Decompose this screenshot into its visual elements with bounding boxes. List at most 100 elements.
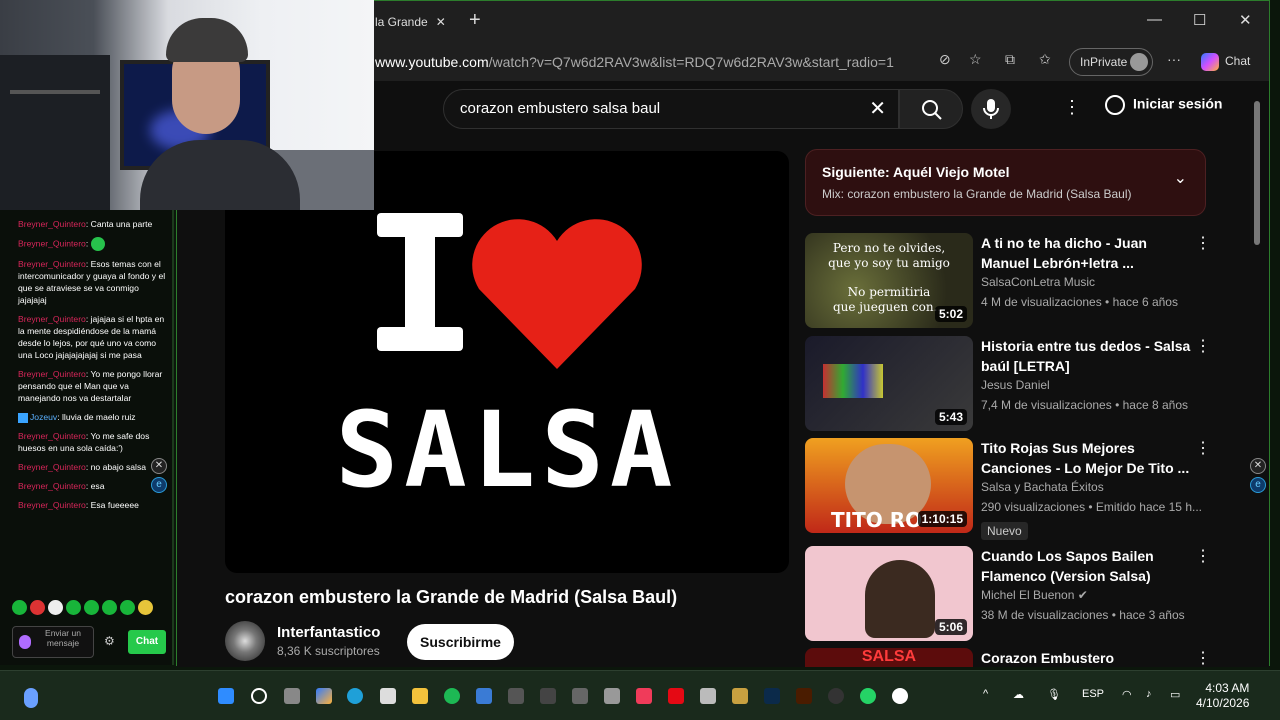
recommendation-title[interactable]: Cuando Los Sapos Bailen Flamenco (Versio… (981, 546, 1191, 586)
app-icon[interactable] (540, 688, 556, 704)
signin-button[interactable]: Iniciar sesión (1105, 95, 1222, 115)
recommendation-item[interactable]: 5:06 Cuando Los Sapos Bailen Flamenco (V… (805, 546, 1225, 642)
obs-icon[interactable] (828, 688, 844, 704)
inprivate-badge[interactable]: InPrivate (1069, 48, 1153, 76)
photoshop-icon[interactable] (764, 688, 780, 704)
folder-icon[interactable] (412, 688, 428, 704)
more-vert-icon[interactable]: ⋮ (1195, 546, 1211, 566)
close-icon[interactable]: ✕ (151, 458, 167, 474)
store-icon[interactable] (380, 688, 396, 704)
video-thumbnail[interactable]: SALSA (805, 648, 973, 667)
eye-off-icon[interactable]: ⊘ (939, 51, 951, 68)
illustrator-icon[interactable] (796, 688, 812, 704)
new-tab-button[interactable]: + (469, 9, 481, 31)
more-vert-icon[interactable]: ⋮ (1195, 336, 1211, 356)
close-icon[interactable]: ✕ (1239, 11, 1252, 29)
recommendation-item[interactable]: Pero no te olvides, que yo soy tu amigo … (805, 233, 1225, 329)
app-icon[interactable] (732, 688, 748, 704)
chevron-up-icon[interactable]: ^ (983, 688, 988, 700)
edge-icon[interactable]: e (151, 477, 167, 493)
emote-icon[interactable] (48, 600, 63, 615)
search-input[interactable]: corazon embustero salsa baul ✕ (443, 89, 899, 129)
app-icon[interactable] (604, 688, 620, 704)
chat-send-button[interactable]: Chat (128, 630, 166, 654)
emote-bar[interactable] (12, 600, 167, 618)
scrollbar[interactable] (1253, 89, 1261, 661)
app-icon[interactable] (572, 688, 588, 704)
favorites-icon[interactable]: ✩ (1039, 51, 1051, 68)
recommendation-channel[interactable]: Salsa y Bachata Éxitos (981, 480, 1104, 494)
clock[interactable]: 4:03 AM 4/10/2026 (1196, 681, 1249, 711)
extensions-icon[interactable]: ⧉ (1005, 51, 1015, 68)
minimize-icon[interactable]: — (1147, 11, 1162, 28)
emote-icon[interactable] (12, 600, 27, 615)
language-indicator[interactable]: ESP (1082, 688, 1104, 700)
more-icon[interactable]: ··· (1167, 51, 1181, 67)
url-field[interactable]: www.youtube.com/watch?v=Q7w6d2RAV3w&list… (375, 51, 935, 73)
more-vert-icon[interactable]: ⋮ (1063, 97, 1081, 118)
video-thumbnail[interactable]: Pero no te olvides, que yo soy tu amigo … (805, 233, 973, 328)
channel-avatar[interactable] (225, 621, 265, 661)
video-thumbnail[interactable]: 5:06 (805, 546, 973, 641)
defender-icon[interactable] (476, 688, 492, 704)
subscribe-button[interactable]: Suscribirme (407, 624, 514, 660)
clear-icon[interactable]: ✕ (869, 90, 886, 128)
close-icon[interactable]: ✕ (436, 15, 446, 29)
whatsapp-icon[interactable] (860, 688, 876, 704)
recommendation-item[interactable]: SALSA Corazon Embustero ⋮ (805, 648, 1225, 667)
stream-chat-panel: Breyner_Quintero: Canta una parte Breyne… (0, 210, 174, 665)
maximize-icon[interactable]: ☐ (1193, 11, 1206, 29)
emote-icon[interactable] (84, 600, 99, 615)
edge-icon[interactable]: e (1250, 477, 1266, 493)
emote-icon[interactable] (138, 600, 153, 615)
wifi-icon[interactable]: ◠ (1122, 688, 1132, 701)
search-button[interactable] (899, 89, 963, 129)
recommendation-item[interactable]: TITO RO 1:10:15 Tito Rojas Sus Mejores C… (805, 438, 1225, 540)
gear-icon[interactable]: ⚙ (104, 634, 115, 648)
emote-icon[interactable] (120, 600, 135, 615)
up-next-panel[interactable]: Siguiente: Aquél Viejo Motel Mix: corazo… (805, 149, 1206, 216)
copilot-icon[interactable] (316, 688, 332, 704)
edge-icon[interactable] (347, 688, 363, 704)
video-thumbnail[interactable]: TITO RO 1:10:15 (805, 438, 973, 533)
more-vert-icon[interactable]: ⋮ (1195, 648, 1211, 667)
emote-icon[interactable] (66, 600, 81, 615)
video-player[interactable]: SALSA (225, 151, 789, 573)
chat-input[interactable]: Enviar un mensaje (12, 626, 94, 658)
netflix-icon[interactable] (668, 688, 684, 704)
volume-icon[interactable]: ♪ (1146, 688, 1152, 700)
battery-icon[interactable]: ▭ (1170, 688, 1180, 701)
task-view-icon[interactable] (284, 688, 300, 704)
more-vert-icon[interactable]: ⋮ (1195, 233, 1211, 253)
chevron-down-icon[interactable]: ⌄ (1174, 168, 1187, 188)
calculator-icon[interactable] (700, 688, 716, 704)
emote-icon[interactable] (102, 600, 117, 615)
recommendation-channel[interactable]: SalsaConLetra Music (981, 275, 1095, 289)
video-thumbnail[interactable]: 5:43 (805, 336, 973, 431)
recommendation-item[interactable]: 5:43 Historia entre tus dedos - Salsa ba… (805, 336, 1225, 432)
close-icon[interactable]: ✕ (1250, 458, 1266, 474)
tab-active[interactable]: la Grande ✕ (375, 9, 455, 35)
app-icon[interactable] (892, 688, 908, 704)
recommendation-title[interactable]: Corazon Embustero (981, 648, 1191, 667)
recommendation-channel[interactable]: Michel El Buenon ✔ (981, 588, 1088, 602)
spotify-icon[interactable] (444, 688, 460, 704)
music-icon[interactable] (636, 688, 652, 704)
star-icon[interactable]: ☆ (969, 51, 982, 68)
emote-icon[interactable] (30, 600, 45, 615)
copilot-chat-button[interactable]: Chat (1201, 53, 1250, 71)
mic-icon[interactable]: 🎙 (1047, 688, 1061, 701)
windows-start-icon[interactable] (218, 688, 234, 704)
channel-name[interactable]: Interfantastico (277, 624, 380, 641)
app-icon[interactable] (508, 688, 524, 704)
voice-search-button[interactable] (971, 89, 1011, 129)
mic-icon[interactable] (19, 635, 31, 649)
search-icon[interactable] (251, 688, 267, 704)
recommendation-title[interactable]: A ti no te ha dicho - Juan Manuel Lebrón… (981, 233, 1191, 273)
recommendation-title[interactable]: Historia entre tus dedos - Salsa baúl [L… (981, 336, 1191, 376)
more-vert-icon[interactable]: ⋮ (1195, 438, 1211, 458)
widget-icon[interactable] (24, 688, 38, 708)
recommendation-title[interactable]: Tito Rojas Sus Mejores Canciones - Lo Me… (981, 438, 1191, 478)
recommendation-channel[interactable]: Jesus Daniel (981, 378, 1050, 392)
cloud-icon[interactable]: ☁ (1013, 688, 1024, 701)
